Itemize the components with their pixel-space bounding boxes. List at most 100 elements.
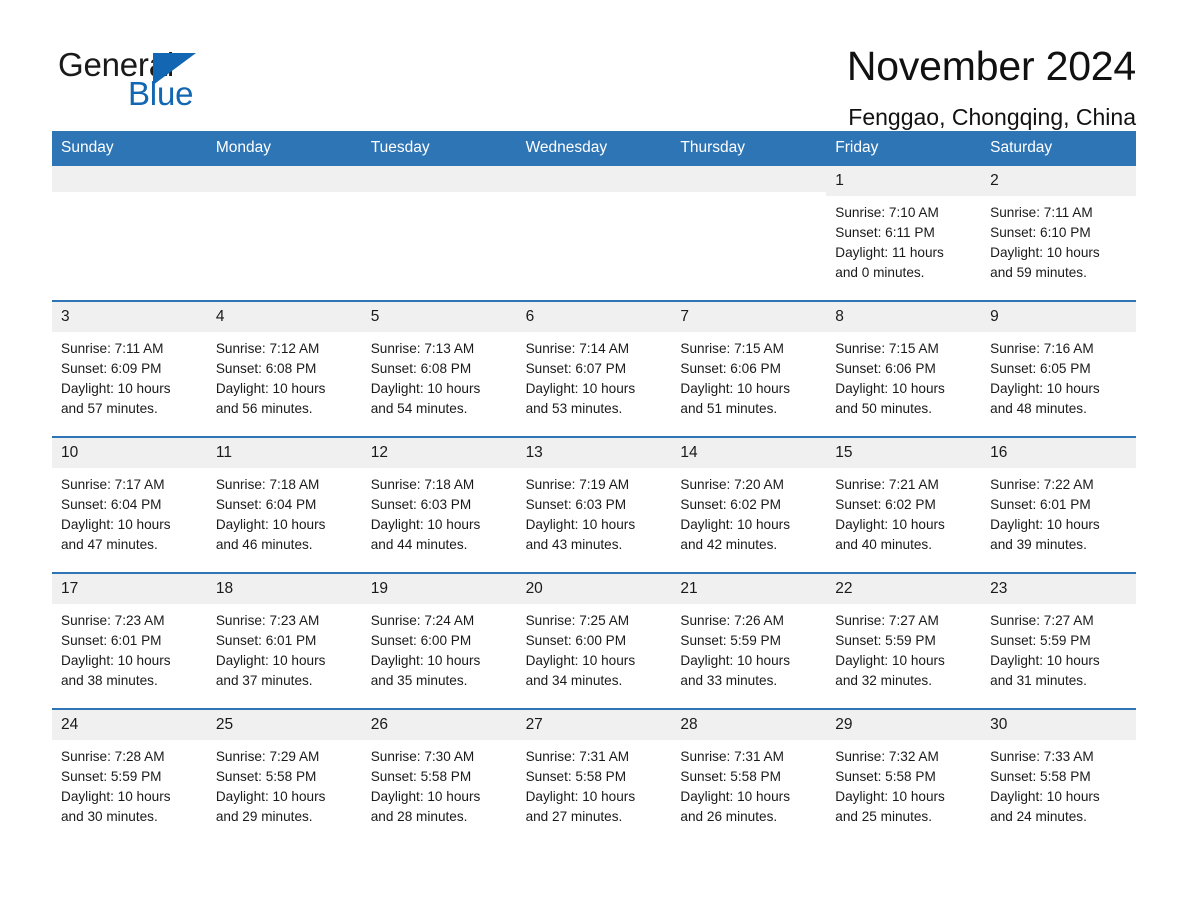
weekday-tuesday: Tuesday: [370, 139, 430, 156]
daylight-text-line2: and 40 minutes.: [835, 537, 933, 553]
day-cell[interactable]: 9 Sunrise: 7:16 AM Sunset: 6:05 PM Daylight…: [981, 302, 1136, 426]
generalblue-logo[interactable]: General Blue: [52, 42, 252, 114]
daylight-text-line2: and 25 minutes.: [835, 809, 933, 825]
daylight-text-line1: Daylight: 10 hours: [990, 380, 1100, 396]
day-cell[interactable]: 8 Sunrise: 7:15 AM Sunset: 6:06 PM Daylight…: [826, 302, 982, 426]
day-number: 20: [516, 574, 672, 604]
calendar-page: General Blue November 2024 Fenggao, Chon…: [0, 0, 1188, 918]
day-cell[interactable]: 23 Sunrise: 7:27 AM Sunset: 5:59 PM Dayligh…: [981, 574, 1136, 698]
sunrise-text: Sunrise: 7:11 AM: [990, 204, 1093, 220]
day-cell[interactable]: 29 Sunrise: 7:32 AM Sunset: 5:58 PM Dayligh…: [826, 710, 982, 834]
day-cell[interactable]: [52, 166, 207, 290]
day-cell[interactable]: 21 Sunrise: 7:26 AM Sunset: 5:59 PM Dayligh…: [671, 574, 827, 698]
day-cell[interactable]: [361, 166, 517, 290]
daylight-text-line2: and 26 minutes.: [680, 809, 778, 825]
day-cell[interactable]: 16 Sunrise: 7:22 AM Sunset: 6:01 PM Dayligh…: [981, 438, 1136, 562]
daylight-text-line1: Daylight: 10 hours: [370, 380, 481, 396]
day-cell[interactable]: 3 Sunrise: 7:11 AM Sunset: 6:09 PM Daylight…: [52, 302, 207, 426]
day-cell[interactable]: 28 Sunrise: 7:31 AM Sunset: 5:58 PM Dayligh…: [671, 710, 827, 834]
day-number: 17: [52, 574, 207, 604]
day-cell[interactable]: [671, 166, 827, 290]
day-cell[interactable]: 6 Sunrise: 7:14 AM Sunset: 6:07 PM Daylight…: [516, 302, 672, 426]
sunset-text: Sunset: 6:07 PM: [525, 360, 627, 376]
day-number: 30: [981, 710, 1136, 740]
day-number: 25: [206, 710, 362, 740]
day-number: 16: [981, 438, 1136, 468]
sunrise-text: Sunrise: 7:16 AM: [990, 340, 1094, 356]
day-number: 15: [826, 438, 982, 468]
daylight-text-line1: Daylight: 10 hours: [990, 244, 1100, 260]
day-cell[interactable]: 24 Sunrise: 7:28 AM Sunset: 5:59 PM Dayligh…: [52, 710, 207, 834]
day-details: Sunrise: 7:25 AM Sunset: 6:00 PM Daylight:…: [517, 604, 672, 691]
day-details: Sunrise: 7:32 AM Sunset: 5:58 PM Daylight:…: [826, 740, 981, 827]
day-cell[interactable]: 7 Sunrise: 7:15 AM Sunset: 6:06 PM Daylight…: [671, 302, 827, 426]
daylight-text-line1: Daylight: 10 hours: [680, 380, 790, 396]
daylight-text-line2: and 57 minutes.: [61, 401, 158, 417]
daylight-text-line1: Daylight: 10 hours: [61, 380, 171, 396]
day-cell[interactable]: 13 Sunrise: 7:19 AM Sunset: 6:03 PM Dayligh…: [516, 438, 672, 562]
sunrise-text: Sunrise: 7:15 AM: [835, 340, 939, 356]
day-number: 5: [361, 302, 517, 332]
daylight-text-line2: and 27 minutes.: [525, 809, 623, 825]
sunrise-text: Sunrise: 7:26 AM: [680, 612, 784, 628]
sunrise-text: Sunrise: 7:19 AM: [525, 476, 630, 492]
daylight-text-line1: Daylight: 10 hours: [525, 380, 636, 396]
daylight-text-line2: and 24 minutes.: [990, 809, 1087, 825]
daylight-text-line2: and 44 minutes.: [370, 537, 468, 553]
daylight-text-line1: Daylight: 10 hours: [835, 788, 945, 804]
day-cell[interactable]: 18 Sunrise: 7:23 AM Sunset: 6:01 PM Dayligh…: [206, 574, 362, 698]
day-details: Sunrise: 7:31 AM Sunset: 5:58 PM Daylight:…: [671, 740, 826, 827]
daylight-text-line2: and 53 minutes.: [525, 401, 623, 417]
daylight-text-line2: and 29 minutes.: [215, 809, 313, 825]
day-cell[interactable]: 10 Sunrise: 7:17 AM Sunset: 6:04 PM Dayligh…: [52, 438, 207, 562]
title-block: November 2024 Fenggao, Chongqing, China: [847, 42, 1136, 132]
day-cell[interactable]: 1 Sunrise: 7:10 AM Sunset: 6:11 PM Daylight…: [826, 166, 982, 290]
day-cell[interactable]: 27 Sunrise: 7:31 AM Sunset: 5:58 PM Dayligh…: [516, 710, 672, 834]
daylight-text-line1: Daylight: 10 hours: [680, 652, 790, 668]
day-cell[interactable]: 15 Sunrise: 7:21 AM Sunset: 6:02 PM Dayligh…: [826, 438, 982, 562]
day-cell[interactable]: 2 Sunrise: 7:11 AM Sunset: 6:10 PM Daylight…: [981, 166, 1136, 290]
day-number: 10: [52, 438, 207, 468]
day-cell[interactable]: 30 Sunrise: 7:33 AM Sunset: 5:58 PM Dayligh…: [981, 710, 1136, 834]
day-number: 19: [361, 574, 517, 604]
daylight-text-line1: Daylight: 10 hours: [990, 652, 1100, 668]
day-details: Sunrise: 7:33 AM Sunset: 5:58 PM Daylight:…: [981, 740, 1136, 827]
daylight-text-line1: Daylight: 10 hours: [215, 652, 326, 668]
daylight-text-line2: and 42 minutes.: [680, 537, 778, 553]
day-cell[interactable]: 4 Sunrise: 7:12 AM Sunset: 6:08 PM Daylight…: [206, 302, 362, 426]
day-cell[interactable]: 14 Sunrise: 7:20 AM Sunset: 6:02 PM Dayligh…: [671, 438, 827, 562]
sunset-text: Sunset: 5:58 PM: [525, 768, 627, 784]
day-details: Sunrise: 7:11 AM Sunset: 6:09 PM Daylight:…: [52, 332, 207, 419]
sunrise-text: Sunrise: 7:29 AM: [215, 748, 320, 764]
sunset-text: Sunset: 6:04 PM: [61, 496, 162, 512]
day-cell[interactable]: 12 Sunrise: 7:18 AM Sunset: 6:03 PM Dayligh…: [361, 438, 517, 562]
day-cell[interactable]: 5 Sunrise: 7:13 AM Sunset: 6:08 PM Daylight…: [361, 302, 517, 426]
sunrise-text: Sunrise: 7:15 AM: [680, 340, 784, 356]
daylight-text-line1: Daylight: 10 hours: [215, 380, 326, 396]
day-cell[interactable]: 22 Sunrise: 7:27 AM Sunset: 5:59 PM Dayligh…: [826, 574, 982, 698]
sunset-text: Sunset: 6:08 PM: [370, 360, 472, 376]
day-cell[interactable]: 11 Sunrise: 7:18 AM Sunset: 6:04 PM Dayligh…: [206, 438, 362, 562]
day-cell[interactable]: 17 Sunrise: 7:23 AM Sunset: 6:01 PM Dayligh…: [52, 574, 207, 698]
sunrise-text: Sunrise: 7:18 AM: [370, 476, 475, 492]
day-details: Sunrise: 7:16 AM Sunset: 6:05 PM Daylight:…: [981, 332, 1136, 419]
sunrise-text: Sunrise: 7:25 AM: [525, 612, 630, 628]
daylight-text-line2: and 31 minutes.: [990, 673, 1087, 689]
day-cell[interactable]: 25 Sunrise: 7:29 AM Sunset: 5:58 PM Dayligh…: [206, 710, 362, 834]
sunrise-text: Sunrise: 7:27 AM: [990, 612, 1094, 628]
day-number: 24: [52, 710, 207, 740]
day-details: Sunrise: 7:14 AM Sunset: 6:07 PM Daylight:…: [517, 332, 672, 419]
sunrise-text: Sunrise: 7:31 AM: [680, 748, 784, 764]
daylight-text-line1: Daylight: 10 hours: [835, 516, 945, 532]
day-cell[interactable]: 20 Sunrise: 7:25 AM Sunset: 6:00 PM Dayligh…: [516, 574, 672, 698]
day-cell[interactable]: 19 Sunrise: 7:24 AM Sunset: 6:00 PM Dayligh…: [361, 574, 517, 698]
day-details: Sunrise: 7:18 AM Sunset: 6:03 PM Daylight:…: [362, 468, 517, 555]
daylight-text-line2: and 35 minutes.: [370, 673, 468, 689]
day-cell[interactable]: [206, 166, 362, 290]
sunset-text: Sunset: 6:11 PM: [835, 224, 935, 240]
sunrise-text: Sunrise: 7:20 AM: [680, 476, 784, 492]
sunrise-text: Sunrise: 7:23 AM: [61, 612, 165, 628]
day-cell[interactable]: [516, 166, 672, 290]
day-cell[interactable]: 26 Sunrise: 7:30 AM Sunset: 5:58 PM Dayligh…: [361, 710, 517, 834]
daylight-text-line1: Daylight: 10 hours: [680, 516, 790, 532]
